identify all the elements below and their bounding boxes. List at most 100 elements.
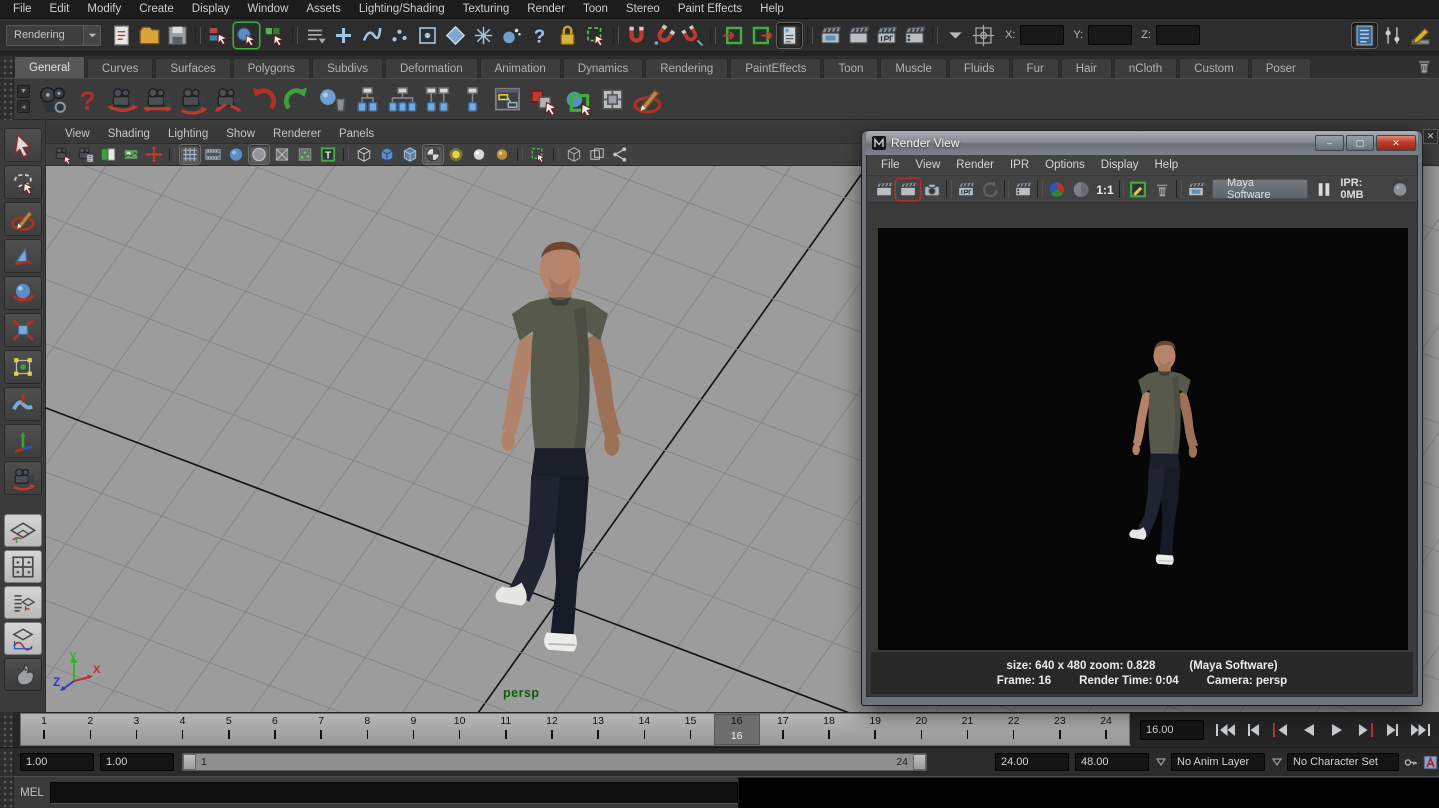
playback-start-field[interactable] bbox=[100, 753, 174, 771]
playblast-icon[interactable] bbox=[37, 84, 68, 115]
zoom-camera-icon[interactable] bbox=[212, 84, 243, 115]
default-lighting-icon[interactable] bbox=[469, 145, 489, 164]
snap-together-icon[interactable] bbox=[680, 23, 705, 48]
close-button[interactable]: ✕ bbox=[1376, 135, 1416, 151]
menu-render[interactable]: Render bbox=[518, 0, 574, 19]
duplicate-special-icon[interactable] bbox=[562, 84, 593, 115]
command-input[interactable] bbox=[50, 782, 738, 804]
use-default-material-icon[interactable] bbox=[423, 145, 443, 164]
make-object-live-icon[interactable] bbox=[471, 23, 496, 48]
step-forward-frame-button[interactable] bbox=[1380, 719, 1406, 741]
textured-display-icon[interactable]: T bbox=[318, 145, 338, 164]
hypergraph-icon[interactable] bbox=[492, 84, 523, 115]
snap-to-curves-icon[interactable] bbox=[359, 23, 384, 48]
pan-zoom-icon[interactable] bbox=[144, 145, 164, 164]
minimize-button[interactable]: – bbox=[1315, 135, 1344, 151]
select-camera-icon[interactable] bbox=[52, 145, 72, 164]
last-tool-button[interactable] bbox=[4, 461, 42, 495]
viewport-menu-lighting[interactable]: Lighting bbox=[159, 128, 217, 140]
alpha-channel-icon[interactable] bbox=[1069, 179, 1093, 200]
trash-icon[interactable] bbox=[1414, 56, 1434, 76]
render-view-menu-help[interactable]: Help bbox=[1147, 159, 1187, 171]
lock-selection-icon[interactable] bbox=[555, 23, 580, 48]
render-view-menu-render[interactable]: Render bbox=[948, 159, 1002, 171]
close-icon[interactable]: ✕ bbox=[1423, 129, 1438, 144]
menu-stereo[interactable]: Stereo bbox=[617, 0, 669, 19]
shelf-tab-fluids[interactable]: Fluids bbox=[949, 58, 1010, 78]
redo-previous-render-icon[interactable] bbox=[896, 179, 920, 200]
shelf-tab-painteffects[interactable]: PaintEffects bbox=[730, 58, 821, 78]
snap-point-to-point-icon[interactable] bbox=[652, 23, 677, 48]
undo-icon[interactable] bbox=[247, 84, 278, 115]
auto-keyframe-icon[interactable] bbox=[1422, 754, 1439, 771]
animation-start-field[interactable] bbox=[20, 753, 94, 771]
soft-modification-tool-button[interactable] bbox=[4, 387, 42, 421]
frame-12[interactable]: 12 bbox=[529, 714, 575, 745]
real-size-icon[interactable]: 1:1 bbox=[1093, 179, 1117, 200]
wireframe-icon[interactable] bbox=[354, 145, 374, 164]
construction-history-icon[interactable] bbox=[777, 23, 802, 48]
xray-icon[interactable] bbox=[272, 145, 292, 164]
shelf-tab-general[interactable]: General bbox=[14, 56, 85, 78]
frame-13[interactable]: 13 bbox=[575, 714, 621, 745]
menu-display[interactable]: Display bbox=[183, 0, 239, 19]
shelf-help-icon[interactable]: ? bbox=[72, 84, 103, 115]
ipr-render-icon[interactable] bbox=[954, 179, 978, 200]
render-view-menu-options[interactable]: Options bbox=[1037, 159, 1093, 171]
all-lights-icon[interactable] bbox=[492, 145, 512, 164]
select-by-object-icon[interactable] bbox=[234, 23, 259, 48]
new-scene-icon[interactable] bbox=[109, 23, 134, 48]
dolly-camera-icon[interactable] bbox=[177, 84, 208, 115]
isolate-select-icon[interactable] bbox=[564, 145, 584, 164]
shelf-icons-grip[interactable] bbox=[0, 79, 14, 121]
shelf-tab-custom[interactable]: Custom bbox=[1179, 58, 1249, 78]
render-view-titlebar[interactable]: Render View – ▢ ✕ bbox=[866, 131, 1418, 155]
command-language-label[interactable]: MEL bbox=[14, 787, 50, 799]
menu-assets[interactable]: Assets bbox=[297, 0, 350, 19]
shaded-icon[interactable] bbox=[377, 145, 397, 164]
playback-end-field[interactable] bbox=[995, 753, 1069, 771]
camera-attributes-icon[interactable] bbox=[75, 145, 95, 164]
no-lights-icon[interactable] bbox=[446, 145, 466, 164]
single-pane-layout-button[interactable] bbox=[4, 514, 42, 547]
xray-joints-icon[interactable] bbox=[295, 145, 315, 164]
range-end-handle[interactable] bbox=[913, 754, 926, 770]
menu-toon[interactable]: Toon bbox=[574, 0, 617, 19]
frame-15[interactable]: 15 bbox=[667, 714, 713, 745]
shelf-tab-toon[interactable]: Toon bbox=[823, 58, 878, 78]
show-manipulator-button[interactable] bbox=[4, 424, 42, 458]
select-by-hierarchy-icon[interactable] bbox=[206, 23, 231, 48]
frame-16[interactable]: 1616 bbox=[714, 714, 760, 745]
duplicate-icon[interactable] bbox=[527, 84, 558, 115]
command-output[interactable] bbox=[738, 777, 1439, 808]
highlight-selection-icon[interactable] bbox=[583, 23, 608, 48]
viewport-menu-show[interactable]: Show bbox=[217, 128, 264, 140]
refresh-ipr-icon[interactable] bbox=[978, 179, 1002, 200]
smooth-shade-icon[interactable] bbox=[249, 145, 269, 164]
channel-box-icon[interactable] bbox=[1352, 23, 1377, 48]
current-time-field[interactable] bbox=[1140, 720, 1204, 740]
open-render-settings-icon[interactable] bbox=[1126, 179, 1150, 200]
z-coordinate-input[interactable] bbox=[1156, 25, 1200, 45]
animation-end-field[interactable] bbox=[1075, 753, 1149, 771]
y-coordinate-input[interactable] bbox=[1088, 25, 1132, 45]
coord-dropdown-icon[interactable] bbox=[943, 23, 968, 48]
menu-lighting-shading[interactable]: Lighting/Shading bbox=[350, 0, 454, 19]
parent-icon[interactable] bbox=[422, 84, 453, 115]
frame-17[interactable]: 17 bbox=[760, 714, 806, 745]
move-tool-button[interactable] bbox=[4, 239, 42, 273]
anim-layer-selector[interactable]: No Anim Layer bbox=[1171, 753, 1265, 771]
shaded-wire-icon[interactable] bbox=[400, 145, 420, 164]
menu-window[interactable]: Window bbox=[238, 0, 297, 19]
ipr-render-icon[interactable] bbox=[874, 23, 899, 48]
share-view-icon[interactable] bbox=[610, 145, 630, 164]
snap-align-objects-icon[interactable] bbox=[624, 23, 649, 48]
chevron-down-icon[interactable] bbox=[83, 26, 100, 45]
open-render-view-icon[interactable] bbox=[818, 23, 843, 48]
scale-tool-button[interactable] bbox=[4, 313, 42, 347]
snap-to-grids-icon[interactable] bbox=[331, 23, 356, 48]
range-start-handle[interactable] bbox=[183, 754, 196, 770]
menu-texturing[interactable]: Texturing bbox=[454, 0, 519, 19]
lasso-tool-button[interactable] bbox=[4, 165, 42, 199]
maximize-button[interactable]: ▢ bbox=[1346, 135, 1374, 151]
